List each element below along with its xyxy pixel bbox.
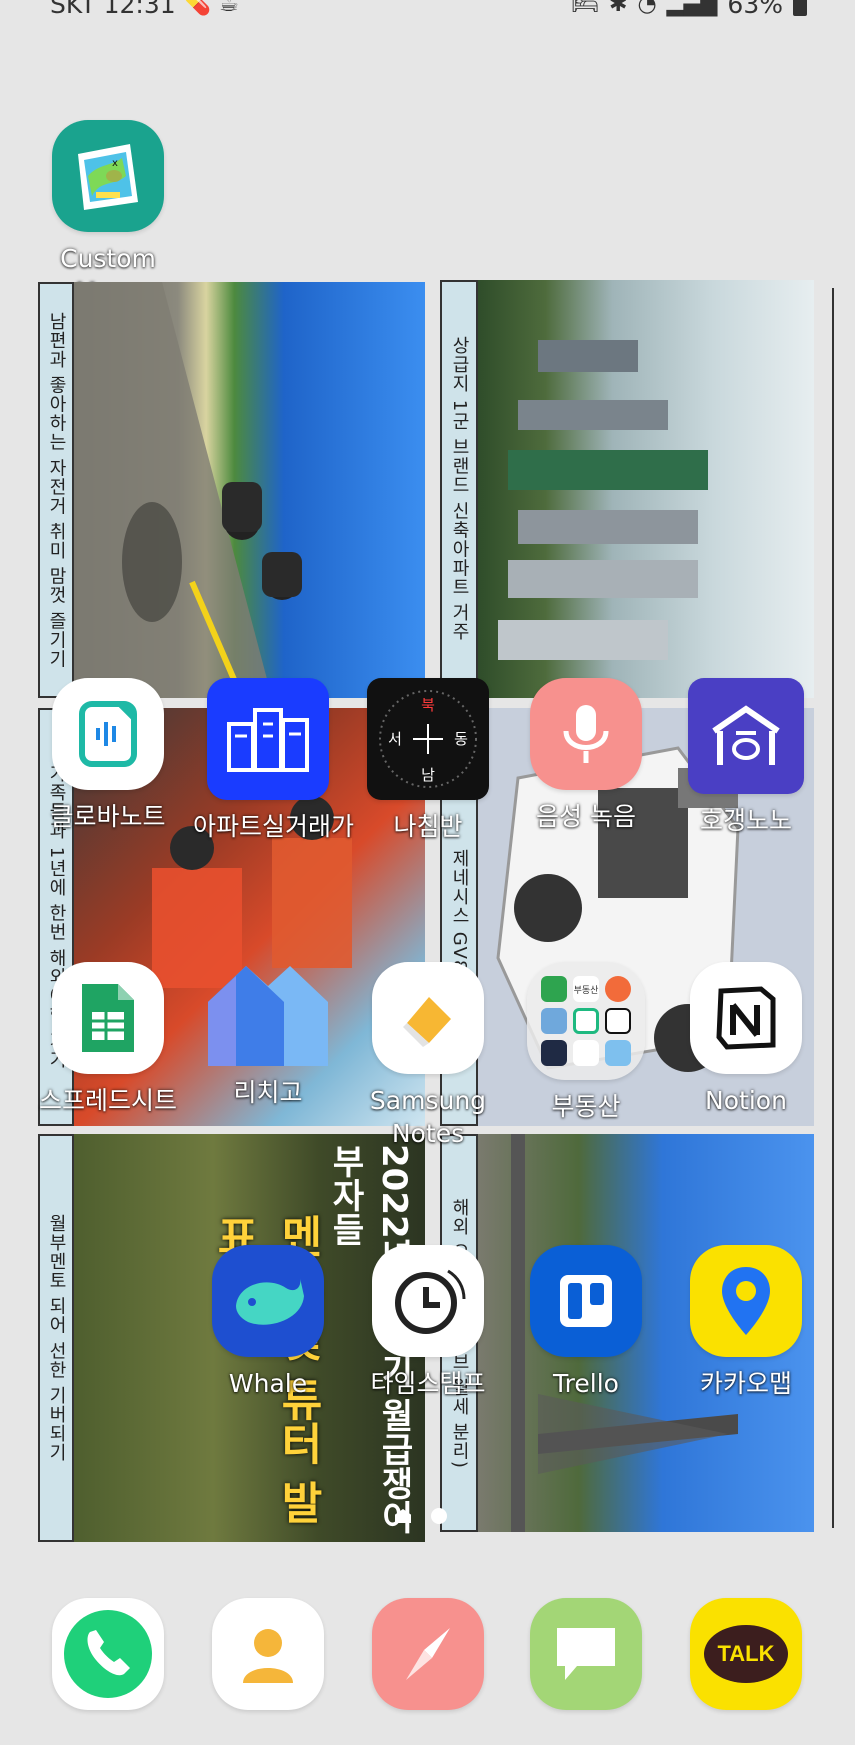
samsung-notes-label: Samsung Notes xyxy=(369,1086,487,1148)
samsung-notes-icon xyxy=(372,962,484,1074)
mini-realestate-icon: 부동산 xyxy=(573,976,599,1002)
kakaomap-label: 카카오맵 xyxy=(699,1369,792,1398)
phone-icon xyxy=(52,1598,164,1710)
status-bar: SKT 12:31 💊 ☕ 🛏 ✱ ◔ ▂▄▆ 63% xyxy=(0,0,855,26)
page-dot[interactable] xyxy=(431,1508,447,1524)
signal-icon: ▂▄▆ xyxy=(666,0,718,17)
notion-icon xyxy=(690,962,802,1074)
kakaotalk-bubble: TALK xyxy=(704,1625,788,1683)
mini-refresh-icon xyxy=(605,976,631,1002)
kakaotalk-icon: TALK xyxy=(690,1598,802,1710)
folder-grid: 부동산 xyxy=(541,976,631,1066)
app-whale[interactable]: Whale xyxy=(193,1245,343,1400)
kakaomap-pin-icon xyxy=(690,1245,802,1357)
app-voice-recorder[interactable]: 음성 녹음 xyxy=(511,678,661,833)
app-hogangnono[interactable]: 호갱노노 xyxy=(671,678,821,837)
apartment-photo xyxy=(478,280,814,698)
mini-doc-icon xyxy=(573,1040,599,1066)
voice-recorder-label: 음성 녹음 xyxy=(536,802,636,831)
app-compass[interactable]: 북 남 동 서 나침반 xyxy=(353,678,503,843)
bluetooth-icon: ✱ xyxy=(609,0,628,17)
real-estate-folder-label: 부동산 xyxy=(551,1092,621,1121)
folder-icon: 부동산 xyxy=(527,962,645,1080)
timestamp-label: 타임스탬프 xyxy=(370,1369,486,1398)
vision-widget-cycling[interactable]: 남편과 좋아하는 자전거 취미 맘껏 즐기기 xyxy=(38,282,425,698)
richgo-label: 리치고 xyxy=(233,1078,303,1107)
internet-browser-icon xyxy=(372,1598,484,1710)
mini-pin-icon xyxy=(573,1008,599,1034)
contacts-icon xyxy=(212,1598,324,1710)
dock-kakaotalk[interactable]: TALK xyxy=(671,1598,821,1710)
mini-map-icon xyxy=(541,1008,567,1034)
mentor-caption: 월부멘토 되어 선한 기버되기 xyxy=(38,1134,74,1542)
compass-label: 나침반 xyxy=(393,812,463,841)
folder-real-estate[interactable]: 부동산 부동산 xyxy=(511,962,661,1123)
home-page-icon[interactable] xyxy=(395,1509,411,1523)
hogangnono-house-icon xyxy=(688,678,804,794)
app-richgo[interactable]: 리치고 xyxy=(193,962,343,1109)
carrier-label: SKT xyxy=(50,0,96,19)
pill-icon: 💊 xyxy=(183,0,212,17)
richgo-house-icon xyxy=(206,962,330,1066)
app-notion[interactable]: Notion xyxy=(671,962,821,1117)
app-trello[interactable]: Trello xyxy=(511,1245,661,1400)
clova-note-icon xyxy=(52,678,164,790)
coffee-icon: ☕ xyxy=(219,0,239,17)
hogangnono-label: 호갱노노 xyxy=(699,806,792,835)
messages-icon xyxy=(530,1598,642,1710)
battery-icon xyxy=(793,0,807,16)
whale-label: Whale xyxy=(228,1369,308,1398)
cycling-caption: 남편과 좋아하는 자전거 취미 맘껏 즐기기 xyxy=(38,282,74,698)
compass-icon: 북 남 동 서 xyxy=(367,678,489,800)
sleep-mode-icon: 🛏 xyxy=(571,0,600,17)
sheets-icon xyxy=(52,962,164,1074)
mini-notion-icon xyxy=(605,1008,631,1034)
svg-text:동: 동 xyxy=(454,730,468,748)
dock-messages[interactable] xyxy=(511,1598,661,1710)
microphone-icon xyxy=(530,678,642,790)
cycling-photo xyxy=(72,282,425,698)
app-timestamp[interactable]: 타임스탬프 xyxy=(353,1245,503,1400)
app-clova-note[interactable]: 클로바노트 xyxy=(33,678,183,833)
apartment-building-icon xyxy=(207,678,329,800)
apartment-caption: 상급지 1군 브랜드 신축아파트 거주 xyxy=(440,280,478,698)
custom-maps-icon: x xyxy=(52,120,164,232)
mini-house-icon xyxy=(541,976,567,1002)
svg-text:x: x xyxy=(112,158,118,169)
divider-line xyxy=(832,288,834,1528)
svg-text:서: 서 xyxy=(388,730,402,748)
whale-icon xyxy=(212,1245,324,1357)
app-google-sheets[interactable]: 스프레드시트 xyxy=(33,962,183,1117)
dock-internet[interactable] xyxy=(353,1598,503,1710)
app-custom-maps[interactable]: x Custom Maps xyxy=(33,120,183,308)
trello-icon xyxy=(530,1245,642,1357)
mini-grid-icon xyxy=(605,1040,631,1066)
dock-contacts[interactable] xyxy=(193,1598,343,1710)
app-kakaomap[interactable]: 카카오맵 xyxy=(671,1245,821,1400)
dock-phone[interactable] xyxy=(33,1598,183,1710)
timestamp-clock-icon xyxy=(372,1245,484,1357)
page-indicator[interactable] xyxy=(395,1508,447,1524)
vision-widget-apartment[interactable]: 상급지 1군 브랜드 신축아파트 거주 xyxy=(440,280,814,698)
battery-percent: 63% xyxy=(727,0,783,19)
app-apartment-price[interactable]: 아파트실거래가 xyxy=(193,678,355,843)
svg-text:남: 남 xyxy=(421,766,435,784)
sheets-label: 스프레드시트 xyxy=(38,1086,177,1115)
clock: 12:31 xyxy=(103,0,176,19)
trello-label: Trello xyxy=(553,1369,619,1398)
svg-text:북: 북 xyxy=(421,696,435,714)
clova-note-label: 클로바노트 xyxy=(50,802,166,831)
apartment-price-label: 아파트실거래가 xyxy=(193,812,355,841)
notion-label: Notion xyxy=(705,1086,787,1115)
app-samsung-notes[interactable]: Samsung Notes xyxy=(353,962,503,1150)
wifi-icon: ◔ xyxy=(637,0,657,17)
mini-home-icon xyxy=(541,1040,567,1066)
